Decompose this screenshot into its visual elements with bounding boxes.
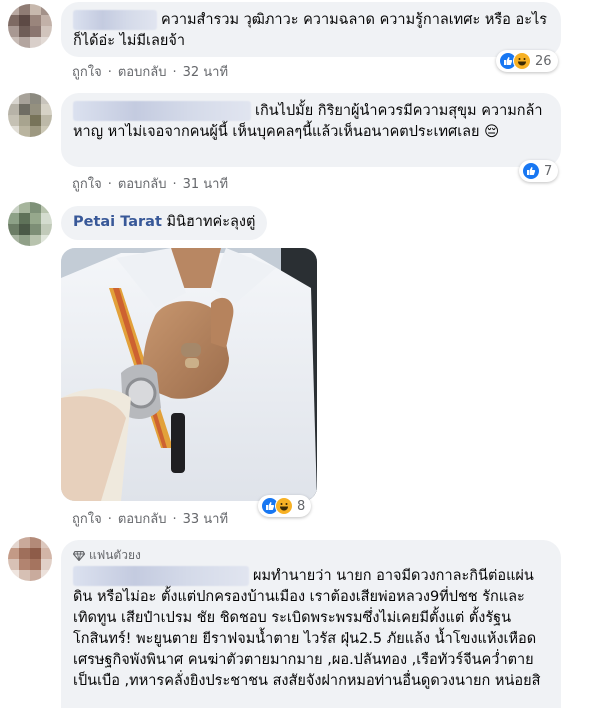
reaction-count: 26 xyxy=(535,53,552,69)
haha-icon xyxy=(513,52,531,70)
avatar[interactable] xyxy=(8,202,52,246)
badge-label: แฟนตัวยง xyxy=(89,548,141,562)
reply-link[interactable]: ตอบกลับ xyxy=(118,65,167,80)
comment-text: มินิฮาทค่ะลุงตู่ xyxy=(166,214,256,230)
comment-bubble: ความสำรวม วุฒิภาวะ ความฉลาด ความรู้กาลเท… xyxy=(61,2,561,57)
comment-actions: ถูกใจ · ตอบกลับ · 33 นาที xyxy=(72,512,229,527)
comment-time[interactable]: 31 นาที xyxy=(183,177,228,192)
reaction-count: 7 xyxy=(544,163,553,179)
top-fan-badge[interactable]: แฟนตัวยง xyxy=(73,546,549,565)
reaction-summary[interactable]: 8 xyxy=(258,495,312,517)
diamond-icon xyxy=(73,550,85,561)
comment-actions: ถูกใจ · ตอบกลับ · 32 นาที xyxy=(72,65,229,80)
comment-time[interactable]: 32 นาที xyxy=(183,65,228,80)
comment-text: ผมทำนายว่า นายก อาจมีดวงกาละกินีต่อแผ่นด… xyxy=(73,568,541,689)
reply-link[interactable]: ตอบกลับ xyxy=(118,177,167,192)
comment-actions: ถูกใจ · ตอบกลับ · 31 นาที xyxy=(72,177,229,192)
blurred-author-name xyxy=(73,101,251,121)
reaction-summary[interactable]: 26 xyxy=(496,50,558,72)
comment-time[interactable]: 33 นาที xyxy=(183,512,228,527)
reaction-count: 8 xyxy=(297,498,306,514)
blurred-author-name xyxy=(73,10,157,30)
avatar[interactable] xyxy=(8,93,52,137)
reply-link[interactable]: ตอบกลับ xyxy=(118,512,167,527)
like-icon xyxy=(522,162,540,180)
comment-bubble: แฟนตัวยง ผมทำนายว่า นายก อาจมีดวงกาละกิน… xyxy=(61,540,561,708)
reaction-summary[interactable]: 7 xyxy=(519,160,559,182)
avatar[interactable] xyxy=(8,537,52,581)
like-link[interactable]: ถูกใจ xyxy=(72,512,102,527)
blurred-author-name xyxy=(73,566,249,586)
haha-icon xyxy=(275,497,293,515)
comment-bubble: Petai Tarat มินิฮาทค่ะลุงตู่ xyxy=(61,206,268,240)
comment-author[interactable]: Petai Tarat xyxy=(73,214,162,230)
comment-bubble: เกินไปมั้ย กิริยาผู้นำควรมีความสุขุม ควา… xyxy=(61,93,561,167)
comment-photo[interactable] xyxy=(61,248,317,501)
like-link[interactable]: ถูกใจ xyxy=(72,65,102,80)
avatar[interactable] xyxy=(8,4,52,48)
like-link[interactable]: ถูกใจ xyxy=(72,177,102,192)
